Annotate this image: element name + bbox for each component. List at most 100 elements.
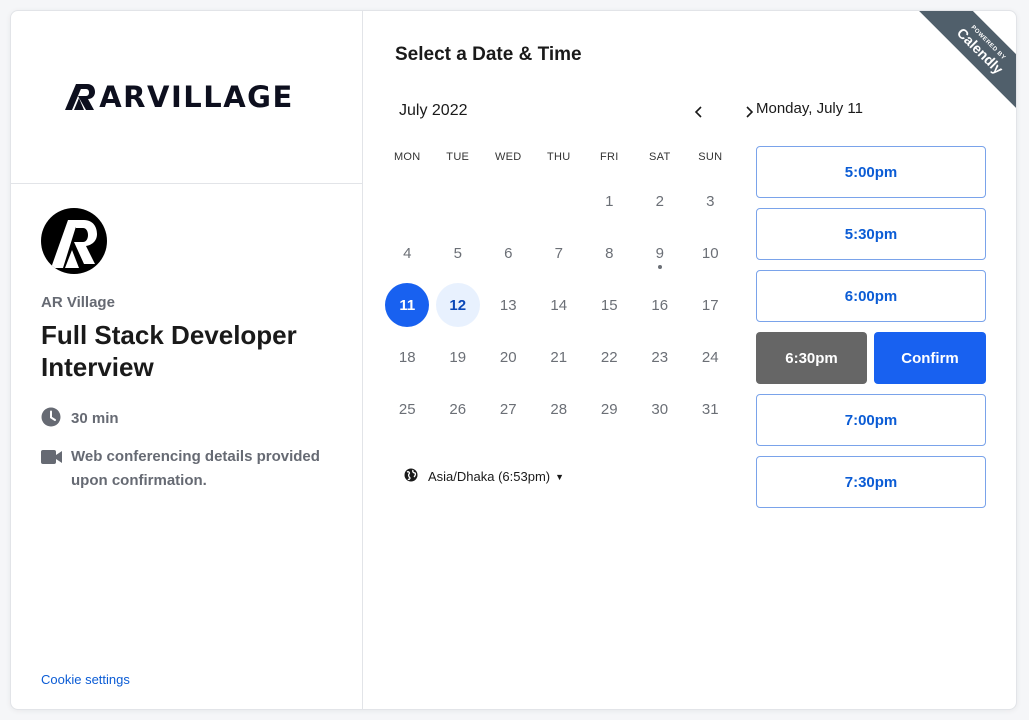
- calendar-day-number: 5: [453, 244, 462, 262]
- clock-icon: [41, 407, 63, 429]
- calendar-day: 30: [635, 387, 686, 431]
- time-slot-button[interactable]: 5:00pm: [756, 146, 986, 198]
- calendar-day-number: 23: [651, 348, 669, 366]
- timezone-label: Asia/Dhaka (6:53pm): [428, 469, 551, 484]
- calendar-day: 24: [685, 335, 736, 379]
- calendar-week-row: 4 5 6 7 8 9 10: [382, 231, 736, 275]
- calendar-day-number: 4: [403, 244, 412, 262]
- calendar-day-number: 30: [651, 400, 669, 418]
- event-details-panel: ARVILLAGE AR Village Full Stack Develope…: [11, 11, 363, 709]
- weekday-label: WED: [494, 151, 522, 163]
- weekday-header: MON TUE WED THU FRI SAT SUN: [382, 151, 736, 163]
- calendar-day-number: 15: [600, 296, 618, 314]
- calendar-day: 16: [635, 283, 686, 327]
- calendar-day: 15: [584, 283, 635, 327]
- calendar-day-number: 20: [499, 348, 517, 366]
- weekday-label: FRI: [599, 151, 619, 163]
- duration-text: 30 min: [71, 410, 119, 427]
- calendar-week-row: 11 12 13 14 15 16 17: [382, 283, 736, 327]
- calendar-empty-cell: [483, 179, 534, 223]
- calendar-day: 19: [433, 335, 484, 379]
- calendar-grid: MON TUE WED THU FRI SAT SUN 1 2 3 4 5 6 7 8 9 10 11 12 13 1…: [382, 151, 736, 431]
- timezone-selector[interactable]: Asia/Dhaka (6:53pm) ▼: [404, 468, 564, 485]
- calendar-day: 9: [635, 231, 686, 275]
- globe-icon: [404, 468, 418, 485]
- previous-month-button[interactable]: [685, 98, 713, 126]
- calendar-day: 14: [534, 283, 585, 327]
- calendar-day: 20: [483, 335, 534, 379]
- calendar-day: 27: [483, 387, 534, 431]
- calendar-day-number: 16: [651, 296, 669, 314]
- calendar-day: 13: [483, 283, 534, 327]
- weekday-label: TUE: [446, 151, 470, 163]
- calendar-day[interactable]: 12: [433, 283, 484, 327]
- calendar-day-number: 14: [550, 296, 568, 314]
- time-slot-selected[interactable]: 6:30pm: [756, 332, 867, 384]
- calendar-day: 21: [534, 335, 585, 379]
- calendar-day-number: 27: [499, 400, 517, 418]
- chevron-left-icon: [694, 106, 702, 118]
- location-text: Web conferencing details provided upon c…: [71, 448, 320, 489]
- calendar-day[interactable]: 11: [382, 283, 433, 327]
- calendar-day: 1: [584, 179, 635, 223]
- calendar-day-number: 18: [398, 348, 416, 366]
- weekday-label: SUN: [698, 151, 723, 163]
- scheduler-panel: Select a Date & Time July 2022 MON TUE WED…: [364, 11, 1016, 709]
- powered-by-ribbon: POWERED BY Calendly: [912, 11, 1016, 119]
- cookie-settings-link[interactable]: Cookie settings: [41, 672, 130, 687]
- scheduler-heading: Select a Date & Time: [395, 44, 582, 65]
- calendar-day: 2: [635, 179, 686, 223]
- calendar-day: 7: [534, 231, 585, 275]
- calendar-day-number: 3: [706, 192, 715, 210]
- time-slot-button[interactable]: 6:00pm: [756, 270, 986, 322]
- chevron-right-icon: [746, 106, 754, 118]
- today-indicator-dot: [657, 265, 662, 269]
- time-slot-button[interactable]: 7:30pm: [756, 456, 986, 508]
- calendar-day-number: 2: [655, 192, 664, 210]
- ar-logo-mark-icon: [65, 84, 96, 110]
- calendar-day: 5: [433, 231, 484, 275]
- selected-date-label: Monday, July 11: [756, 100, 863, 117]
- calendar-day-number: 22: [600, 348, 618, 366]
- powered-by-calendly-badge[interactable]: POWERED BY Calendly: [906, 11, 1016, 121]
- calendar-day-number: 25: [398, 400, 416, 418]
- month-label: July 2022: [399, 102, 468, 119]
- confirm-button[interactable]: Confirm: [874, 332, 986, 384]
- time-slot-list: 5:00pm 5:30pm 6:00pm 6:30pm Confirm 7:00pm 7:3…: [756, 146, 986, 518]
- calendar-week-row: 1 2 3: [382, 179, 736, 223]
- time-slot-button[interactable]: 5:30pm: [756, 208, 986, 260]
- calendar-day-number: 24: [701, 348, 719, 366]
- calendar-empty-cell: [433, 179, 484, 223]
- calendar-day: 26: [433, 387, 484, 431]
- calendar-day: 4: [382, 231, 433, 275]
- calendar-day-number: 8: [605, 244, 614, 262]
- calendar-week-row: 25 26 27 28 29 30 31: [382, 387, 736, 431]
- calendar-day-number: 19: [449, 348, 467, 366]
- organizer-name: AR Village: [41, 294, 115, 311]
- ar-avatar-logo-icon: [51, 220, 97, 268]
- video-camera-icon: [41, 445, 63, 467]
- calendar-day-number: 10: [701, 244, 719, 262]
- month-navigation: July 2022: [399, 102, 754, 126]
- calendar-day-number: 7: [554, 244, 563, 262]
- caret-down-icon: ▼: [555, 471, 565, 482]
- calendar-day: 10: [685, 231, 736, 275]
- time-slot-button[interactable]: 7:00pm: [756, 394, 986, 446]
- booking-card: ARVILLAGE AR Village Full Stack Develope…: [10, 10, 1017, 710]
- calendar-day: 23: [635, 335, 686, 379]
- calendar-day-number: 26: [449, 400, 467, 418]
- event-title: Full Stack Developer Interview: [41, 320, 297, 382]
- calendar-day-number: 17: [701, 296, 719, 314]
- location-row: Web conferencing details provided upon c…: [41, 445, 332, 493]
- calendar-day: 3: [685, 179, 736, 223]
- logo-header: ARVILLAGE: [11, 11, 362, 184]
- calendar-day-number: 1: [605, 192, 614, 210]
- calendar-day: 29: [584, 387, 635, 431]
- calendar-empty-cell: [382, 179, 433, 223]
- brand-logo: ARVILLAGE: [65, 80, 294, 114]
- calendar-day-number: 28: [550, 400, 568, 418]
- calendar-week-row: 18 19 20 21 22 23 24: [382, 335, 736, 379]
- organizer-avatar: [41, 208, 107, 274]
- brand-logo-text: ARVILLAGE: [99, 80, 294, 114]
- event-info: AR Village Full Stack Developer Intervie…: [11, 184, 362, 517]
